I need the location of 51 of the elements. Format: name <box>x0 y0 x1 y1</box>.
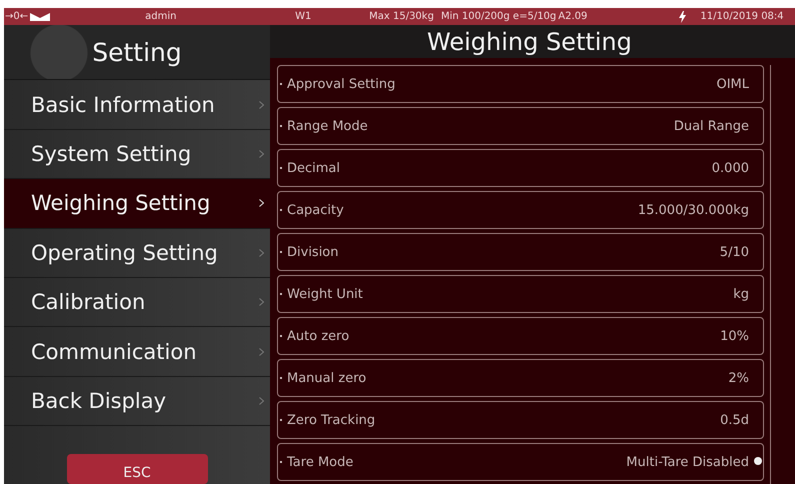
setting-label: Zero Tracking <box>287 412 376 428</box>
setting-row[interactable]: Division 5/10 <box>277 233 764 271</box>
chevron-icon <box>259 100 264 109</box>
setting-label: Range Mode <box>287 118 368 134</box>
version: A2.09 <box>558 11 588 22</box>
setting-value: 10% <box>720 328 749 344</box>
min-division: Min 100/200g e=5/10g <box>440 11 556 22</box>
stable-icon <box>30 12 52 21</box>
scale-name: W1 <box>295 11 312 22</box>
setting-row[interactable]: Approval Setting OIML <box>277 65 764 103</box>
setting-value: 2% <box>728 370 749 386</box>
setting-label: Decimal <box>287 160 340 176</box>
chevron-icon <box>259 298 264 306</box>
setting-label: Tare Mode <box>287 454 354 470</box>
chevron-icon <box>259 348 264 356</box>
setting-label: Division <box>287 244 339 260</box>
setting-row[interactable]: Range Mode Dual Range <box>277 107 764 145</box>
setting-value: 15.000/30.000kg <box>638 202 749 218</box>
setting-value: 0.000 <box>712 160 749 176</box>
page-title: Weighing Setting <box>426 26 633 58</box>
menu-item[interactable]: Weighing Setting <box>4 179 270 229</box>
user-name: admin <box>145 11 178 22</box>
setting-row[interactable]: Tare Mode Multi-Tare Disabled <box>277 443 764 481</box>
chevron-icon <box>259 248 264 257</box>
setting-row[interactable]: Decimal 0.000 <box>277 149 764 187</box>
setting-label: Capacity <box>287 202 344 218</box>
scroll-dot-icon <box>754 457 762 465</box>
setting-value: Dual Range <box>674 118 749 134</box>
setting-value: 5/10 <box>720 244 749 260</box>
sidebar-title: Setting <box>4 25 270 80</box>
setting-row[interactable]: Zero Tracking 0.5d <box>277 401 764 439</box>
chevron-icon <box>259 199 264 208</box>
setting-row[interactable]: Manual zero 2% <box>277 359 764 397</box>
setting-label: Approval Setting <box>287 76 396 92</box>
setting-value: OIML <box>716 76 749 92</box>
chevron-icon <box>259 150 264 158</box>
setting-row[interactable]: Weight Unit kg <box>277 275 764 313</box>
zero-indicator: →0← <box>5 11 28 22</box>
date-time: 11/10/2019 08:4 <box>700 11 784 22</box>
setting-label: Auto zero <box>287 328 350 344</box>
setting-row[interactable]: Capacity 15.000/30.000kg <box>277 191 764 229</box>
max-capacity: Max 15/30kg <box>369 11 434 22</box>
esc-button[interactable]: ESC <box>66 454 208 484</box>
setting-label: Manual zero <box>287 370 366 386</box>
setting-value: Multi-Tare Disabled <box>626 454 749 470</box>
setting-row[interactable]: Auto zero 10% <box>277 317 764 355</box>
lightning-icon <box>679 10 686 22</box>
setting-value: 0.5d <box>720 412 749 428</box>
setting-value: kg <box>733 286 749 302</box>
setting-label: Weight Unit <box>287 286 363 302</box>
chevron-icon <box>259 397 264 406</box>
